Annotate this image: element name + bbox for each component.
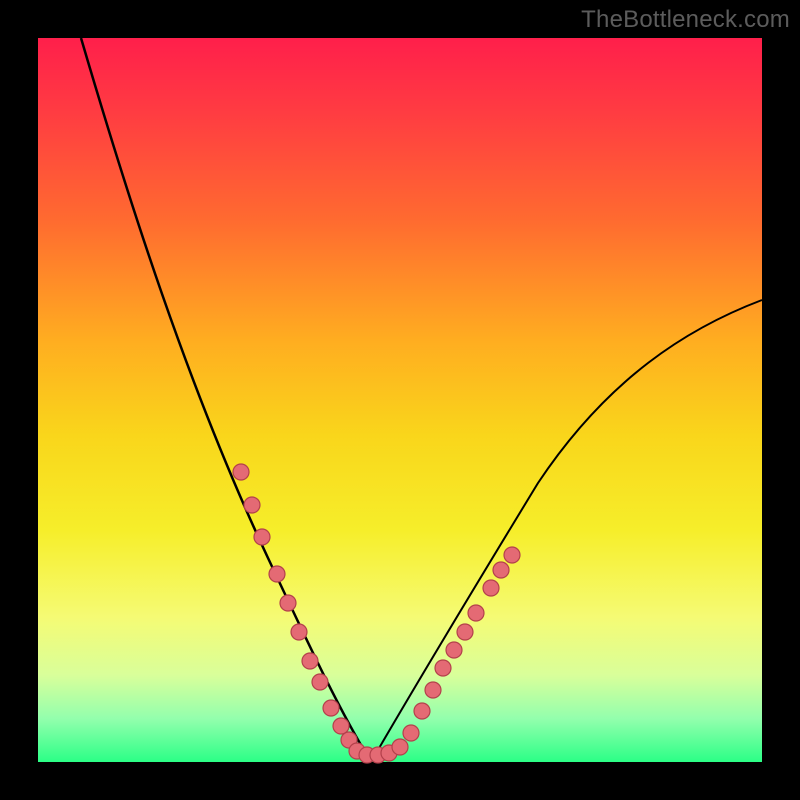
bead-dot [504,547,520,563]
left-curve [81,38,371,762]
watermark-text: TheBottleneck.com [581,6,790,34]
bead-dot [483,580,499,596]
bead-dot [291,624,307,640]
chart-frame: TheBottleneck.com [0,0,800,800]
bead-dot [312,674,328,690]
bead-dot [468,605,484,621]
bead-dot [403,725,419,741]
bead-dot [280,595,296,611]
bead-dot [323,700,339,716]
bead-dot [233,464,249,480]
bead-dot [392,739,408,755]
bead-dot [446,642,462,658]
bead-dot [333,718,349,734]
bead-dot [254,529,270,545]
bead-dot [244,497,260,513]
bead-dot [493,562,509,578]
bead-dot [269,566,285,582]
plot-area [38,38,762,762]
chart-svg [38,38,762,762]
bead-dot [457,624,473,640]
bead-dot [425,682,441,698]
bead-dot [302,653,318,669]
bead-dot [414,703,430,719]
bead-dot [435,660,451,676]
